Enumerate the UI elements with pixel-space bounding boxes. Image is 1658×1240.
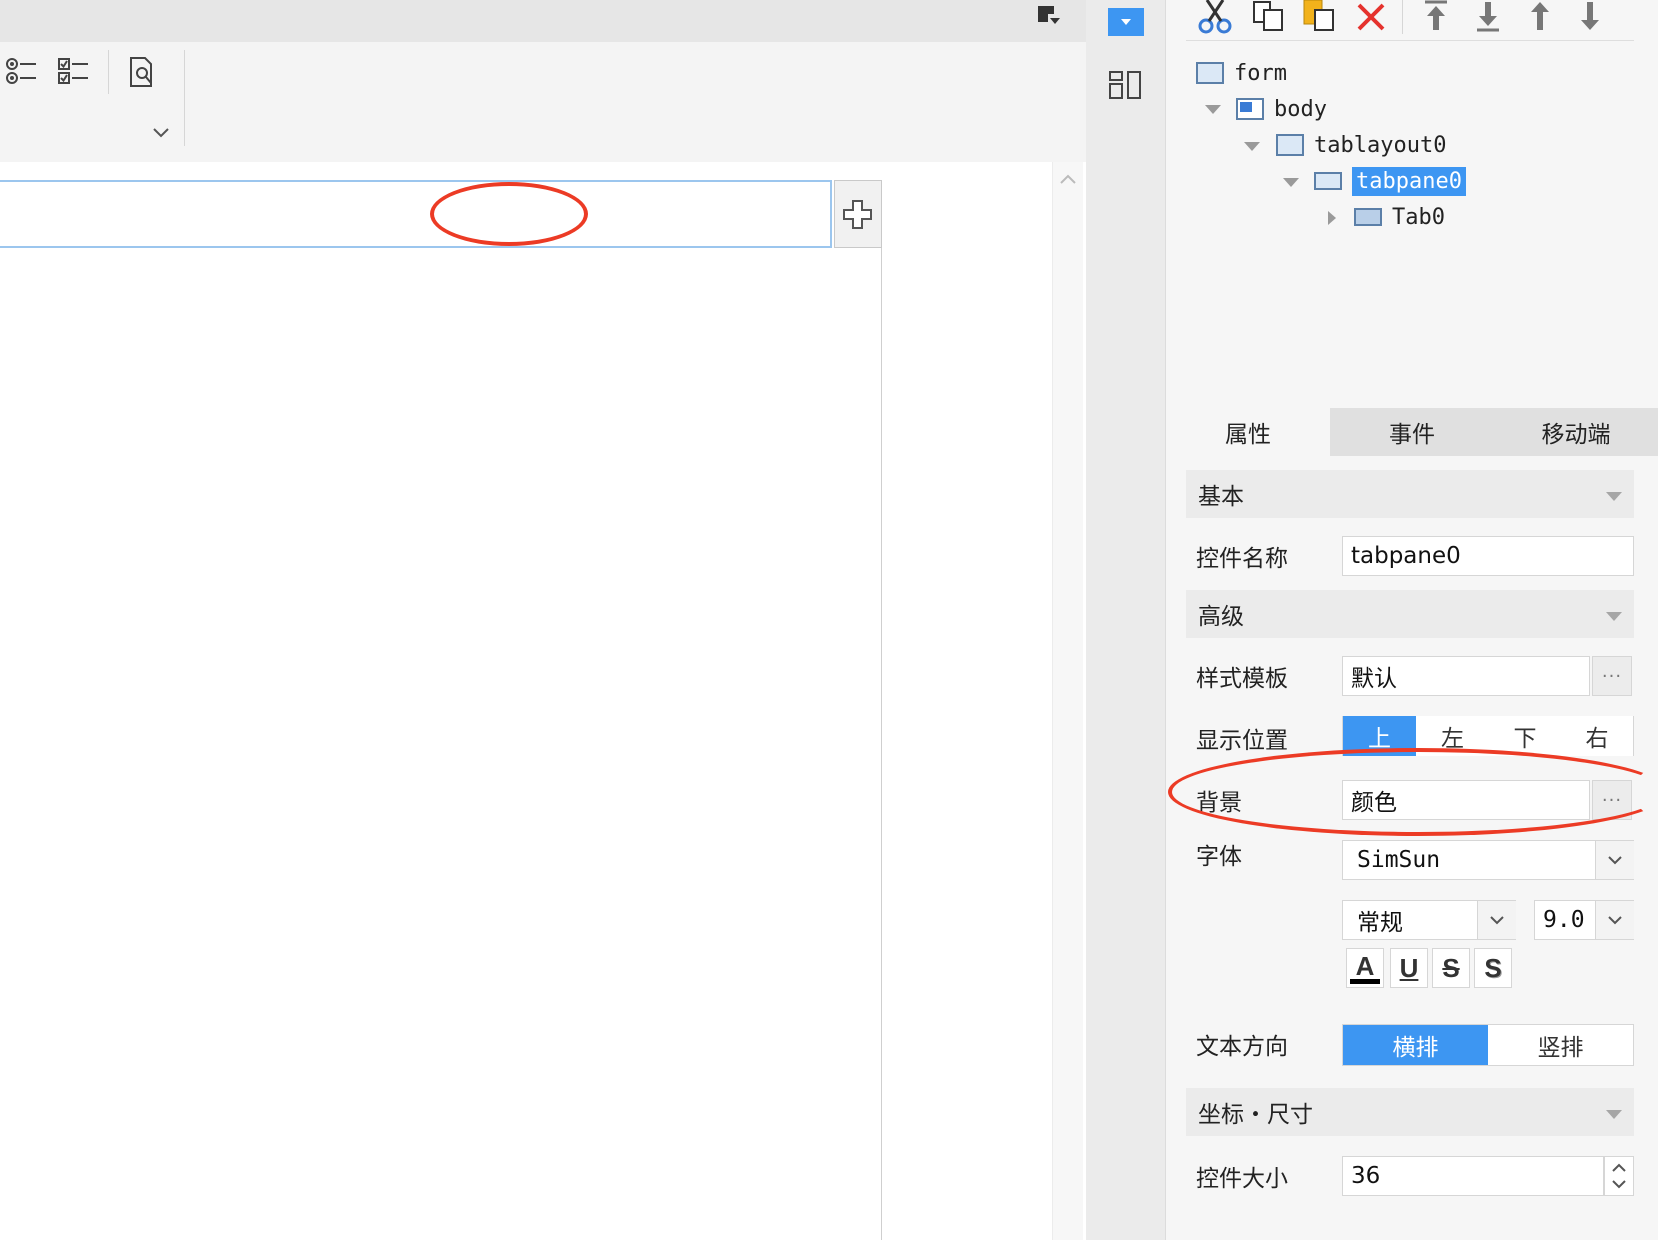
section-title: 基本 <box>1198 484 1244 510</box>
text-direction-label: 文本方向 <box>1196 1034 1288 1060</box>
expand-arrow-icon[interactable] <box>1244 142 1260 151</box>
tab-mobile[interactable]: 移动端 <box>1494 408 1658 456</box>
tree-item-label: tabpane0 <box>1352 166 1466 196</box>
expand-arrow-icon[interactable] <box>1283 178 1299 187</box>
text-direction-vertical[interactable]: 竖排 <box>1488 1025 1633 1065</box>
dropdown-toggle-button[interactable] <box>1108 8 1144 36</box>
style-template-more-button[interactable]: ··· <box>1592 656 1632 696</box>
tree-item-label: tablayout0 <box>1314 132 1447 158</box>
toolbar-divider <box>184 50 185 146</box>
side-rail <box>1086 0 1166 1240</box>
position-label: 显示位置 <box>1196 728 1288 754</box>
control-size-label: 控件大小 <box>1196 1166 1288 1192</box>
tree-item-tab[interactable]: Tab0 <box>1354 200 1445 234</box>
font-color-button[interactable]: A <box>1346 948 1384 988</box>
format-painter-icon[interactable] <box>1036 4 1062 30</box>
annotation-circle <box>430 182 588 246</box>
preview-icon[interactable] <box>128 56 158 88</box>
tablayout-icon <box>1276 134 1304 156</box>
underline-button[interactable]: U <box>1390 948 1428 988</box>
chevron-down-icon[interactable] <box>152 124 170 138</box>
position-right[interactable]: 右 <box>1561 716 1633 756</box>
style-template-input[interactable]: 默认 <box>1342 656 1590 696</box>
tabpane-icon <box>1314 172 1342 190</box>
section-title: 高级 <box>1198 604 1244 630</box>
copy-icon[interactable] <box>1252 0 1286 32</box>
chevron-up-icon[interactable] <box>1059 170 1077 189</box>
plus-icon <box>843 200 872 229</box>
chevron-down-icon <box>1606 1110 1622 1119</box>
section-title: 坐标・尺寸 <box>1198 1102 1313 1128</box>
layout-panel-icon[interactable] <box>1108 70 1144 102</box>
tree-item-label: Tab0 <box>1392 204 1445 230</box>
text-direction-horizontal[interactable]: 横排 <box>1343 1025 1488 1065</box>
shadow-button[interactable]: S <box>1474 948 1512 988</box>
font-family-select[interactable]: SimSun <box>1342 840 1634 880</box>
annotation-circle <box>1168 748 1658 836</box>
paste-icon[interactable] <box>1302 0 1336 32</box>
tree-item-tabpane[interactable]: tabpane0 <box>1314 164 1466 198</box>
chevron-down-icon[interactable] <box>1595 901 1634 939</box>
toolbar-divider <box>108 50 109 94</box>
section-basic[interactable]: 基本 <box>1186 470 1634 518</box>
move-top-icon[interactable] <box>1422 0 1450 32</box>
tab-icon <box>1354 208 1382 226</box>
delete-icon[interactable] <box>1356 2 1386 32</box>
chevron-down-icon <box>1606 492 1622 501</box>
toolbar <box>0 42 1086 162</box>
form-icon <box>1196 62 1224 84</box>
name-label: 控件名称 <box>1196 546 1288 572</box>
tree-toolbar-divider <box>1186 40 1634 41</box>
radio-list-icon[interactable] <box>6 56 38 88</box>
add-tab-button[interactable] <box>834 180 882 248</box>
strikethrough-button[interactable]: S <box>1432 948 1470 988</box>
expand-arrow-icon[interactable] <box>1205 105 1221 114</box>
cut-icon[interactable] <box>1198 0 1232 34</box>
chevron-down-icon <box>1606 612 1622 621</box>
control-size-input[interactable]: 36 <box>1342 1156 1604 1196</box>
name-input[interactable]: tabpane0 <box>1342 536 1634 576</box>
collapse-arrow-icon[interactable] <box>1328 211 1336 225</box>
body-icon <box>1236 98 1264 120</box>
tree-item-label: form <box>1234 60 1287 86</box>
toolbar-divider <box>1402 0 1403 34</box>
top-title-strip <box>0 0 1086 42</box>
tab-content-area <box>0 248 882 1240</box>
checkbox-list-icon[interactable] <box>58 56 90 88</box>
tab-header-bar[interactable] <box>0 180 832 248</box>
tree-item-label: body <box>1274 96 1327 122</box>
tree-item-tablayout[interactable]: tablayout0 <box>1276 128 1446 162</box>
tab-properties[interactable]: 属性 <box>1166 408 1330 456</box>
scrollbar[interactable] <box>1052 162 1083 1240</box>
tree-item-form[interactable]: form <box>1196 56 1287 90</box>
size-stepper[interactable] <box>1604 1156 1634 1196</box>
move-bottom-icon[interactable] <box>1474 0 1502 32</box>
stepper-icon <box>1612 1163 1626 1189</box>
chevron-down-icon[interactable] <box>1477 901 1516 939</box>
style-template-label: 样式模板 <box>1196 666 1288 692</box>
section-advanced[interactable]: 高级 <box>1186 590 1634 638</box>
tab-events[interactable]: 事件 <box>1330 408 1494 456</box>
color-swatch <box>1350 978 1380 984</box>
move-up-icon[interactable] <box>1526 0 1554 32</box>
move-down-icon[interactable] <box>1576 0 1604 32</box>
font-label: 字体 <box>1196 844 1242 870</box>
tree-item-body[interactable]: body <box>1236 92 1327 126</box>
chevron-down-icon[interactable] <box>1595 841 1634 879</box>
section-coordinates[interactable]: 坐标・尺寸 <box>1186 1088 1634 1136</box>
